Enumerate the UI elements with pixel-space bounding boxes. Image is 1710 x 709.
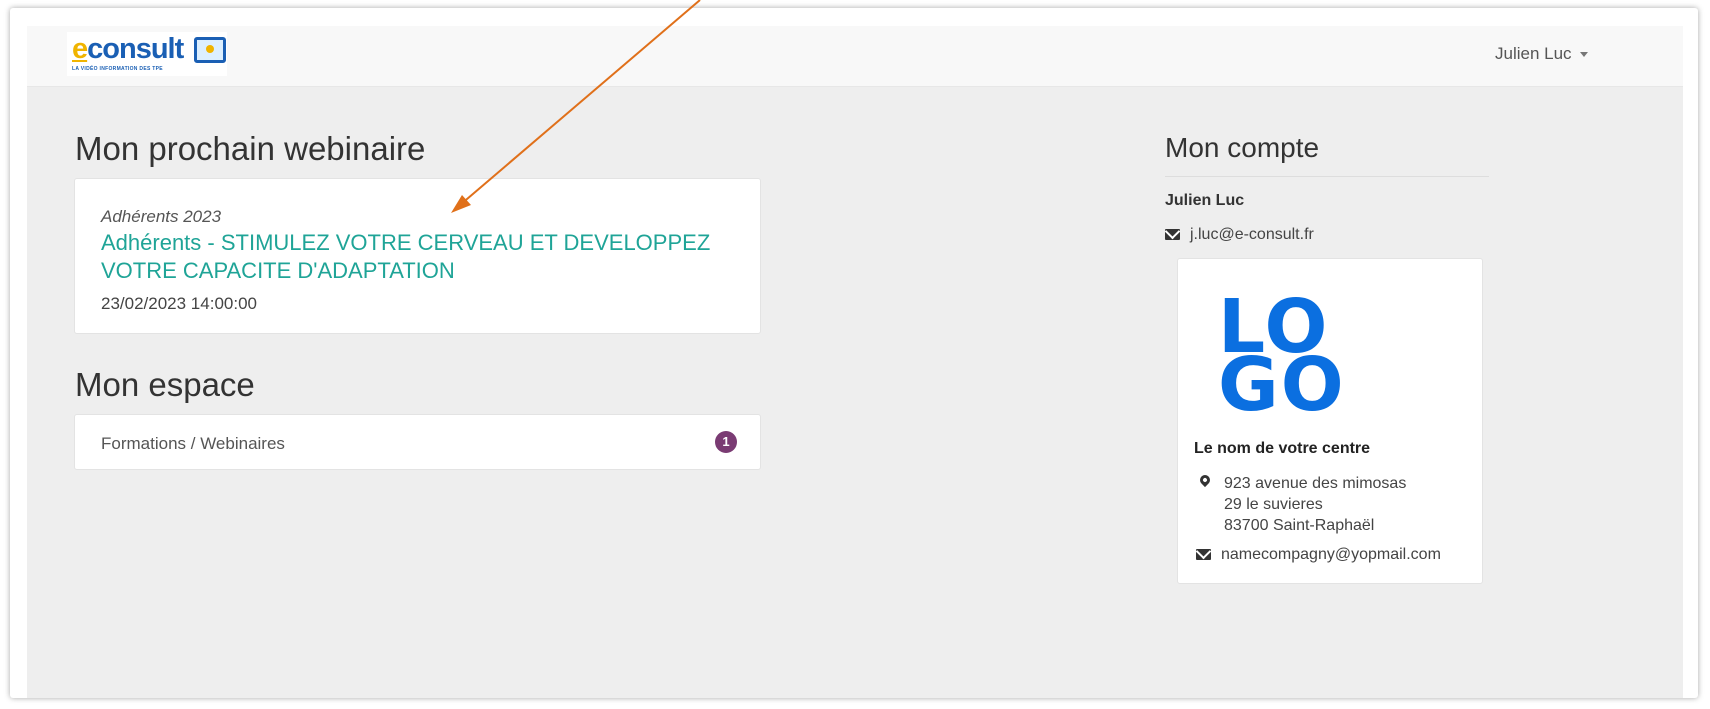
section-title-webinaire: Mon prochain webinaire: [75, 130, 426, 167]
section-title-espace: Mon espace: [75, 366, 255, 403]
account-name: Julien Luc: [1165, 192, 1245, 209]
webinaire-category: Adhérents 2023: [101, 207, 222, 226]
account-email: j.luc@e-consult.fr: [1165, 226, 1314, 244]
centre-email: namecompagny@yopmail.com: [1196, 546, 1441, 564]
account-email-text: j.luc@e-consult.fr: [1190, 226, 1314, 243]
envelope-icon: [1196, 549, 1211, 561]
compte-divider: [1165, 176, 1489, 177]
caret-down-icon: [1579, 52, 1588, 58]
top-navbar: econsult LA VIDÉO INFORMATION DES TPE Ju…: [27, 26, 1683, 87]
address-line: 29 le suvieres: [1224, 496, 1323, 513]
centre-address: 923 avenue des mimosas 29 le suvieres 83…: [1224, 473, 1406, 536]
screenshot-frame: econsult LA VIDÉO INFORMATION DES TPE Ju…: [10, 8, 1698, 698]
user-menu-label: Julien Luc: [1495, 44, 1572, 63]
brand-logo-text: econsult: [72, 33, 184, 65]
webinaire-title-link[interactable]: Adhérents - STIMULEZ VOTRE CERVEAU ET DE…: [101, 229, 721, 285]
address-line: 83700 Saint-Raphaël: [1224, 517, 1375, 534]
espace-item-label: Formations / Webinaires: [101, 434, 285, 453]
brand-logo-e: e: [72, 33, 88, 65]
centre-logo-line2: GO: [1218, 342, 1346, 428]
count-badge: 1: [715, 431, 737, 453]
user-menu-dropdown[interactable]: Julien Luc: [1495, 44, 1588, 64]
section-title-compte: Mon compte: [1165, 132, 1320, 163]
envelope-icon: [1165, 229, 1180, 241]
webinaire-datetime: 23/02/2023 14:00:00: [101, 294, 257, 313]
address-line: 923 avenue des mimosas: [1224, 475, 1407, 492]
page: econsult LA VIDÉO INFORMATION DES TPE Ju…: [27, 26, 1683, 698]
brand-logo[interactable]: econsult LA VIDÉO INFORMATION DES TPE: [67, 32, 227, 76]
monitor-icon: [194, 37, 226, 63]
map-pin-icon: [1197, 472, 1213, 488]
centre-logo: LO GO: [1218, 290, 1346, 428]
espace-item-formations[interactable]: Formations / Webinaires 1: [74, 414, 761, 470]
brand-tagline: LA VIDÉO INFORMATION DES TPE: [72, 66, 163, 72]
centre-name: Le nom de votre centre: [1194, 440, 1371, 457]
brand-logo-main: consult: [87, 33, 184, 65]
webinaire-card: Adhérents 2023 Adhérents - STIMULEZ VOTR…: [74, 178, 761, 334]
centre-email-text: namecompagny@yopmail.com: [1221, 546, 1441, 563]
centre-card: LO GO Le nom de votre centre 923 avenue …: [1177, 258, 1483, 584]
